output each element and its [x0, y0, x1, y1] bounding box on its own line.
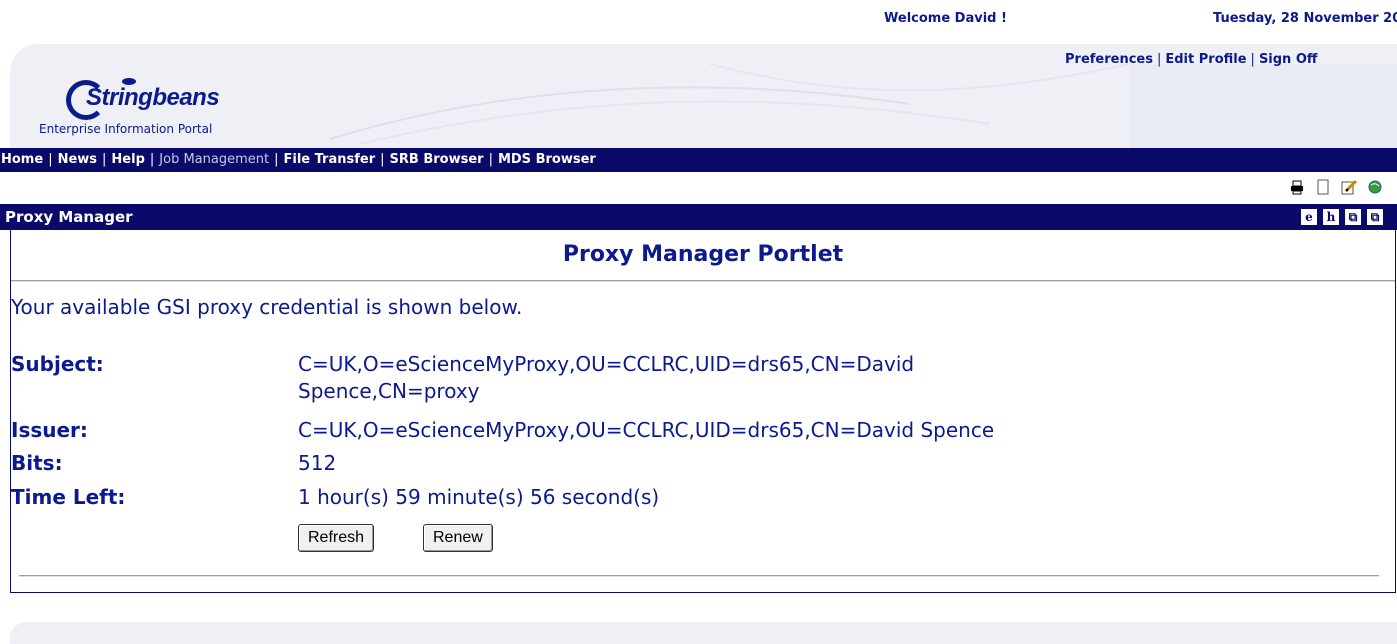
logo-text: Stringbeans: [86, 84, 220, 111]
nav-news[interactable]: News: [58, 152, 97, 167]
separator: |: [149, 152, 155, 167]
separator: |: [102, 152, 107, 167]
nav-job-management[interactable]: Job Management: [159, 152, 269, 167]
user-links: Preferences | Edit Profile | Sign Off: [1065, 52, 1317, 67]
main-nav: Home | News | Help | Job Management | File Trans…: [0, 148, 1397, 172]
nav-help[interactable]: Help: [111, 152, 144, 167]
separator: |: [488, 152, 493, 167]
refresh-button[interactable]: Refresh: [298, 524, 375, 552]
subject-value: C=UK,O=eScienceMyProxy,OU=CCLRC,UID=drs6…: [298, 351, 914, 405]
tagline: Enterprise Information Portal: [39, 122, 213, 136]
edit-mode-icon[interactable]: e: [1301, 209, 1317, 225]
maximize-icon[interactable]: ⧉: [1367, 209, 1383, 225]
time-left-label: Time Left:: [11, 485, 126, 509]
nav-srb-browser[interactable]: SRB Browser: [390, 152, 484, 167]
subject-value-line2: Spence,CN=proxy: [298, 379, 480, 403]
bits-label: Bits:: [11, 451, 63, 475]
subject-label: Subject:: [11, 352, 104, 376]
intro-text: Your available GSI proxy credential is s…: [11, 295, 523, 319]
nav-mds-browser[interactable]: MDS Browser: [498, 152, 596, 167]
separator: |: [274, 152, 279, 167]
bits-value: 512: [298, 451, 337, 475]
stringbeans-logo[interactable]: Stringbeans: [58, 78, 220, 120]
issuer-label: Issuer:: [11, 418, 88, 442]
time-left-value: 1 hour(s) 59 minute(s) 56 second(s): [298, 485, 660, 509]
print-icon[interactable]: [1289, 179, 1305, 195]
preferences-link[interactable]: Preferences: [1065, 52, 1153, 67]
subject-value-line1: C=UK,O=eScienceMyProxy,OU=CCLRC,UID=drs6…: [298, 352, 915, 376]
minimize-icon[interactable]: ⧉: [1345, 209, 1361, 225]
issuer-value: C=UK,O=eScienceMyProxy,OU=CCLRC,UID=drs6…: [298, 418, 995, 442]
portlet-title: Proxy Manager: [5, 208, 133, 226]
help-mode-icon[interactable]: h: [1323, 209, 1339, 225]
separator: |: [380, 152, 385, 167]
separator: |: [48, 152, 53, 167]
separator: |: [1156, 52, 1162, 67]
page-tools: [1289, 177, 1383, 197]
divider: [19, 575, 1379, 577]
sign-off-link[interactable]: Sign Off: [1259, 52, 1318, 67]
nav-file-transfer[interactable]: File Transfer: [283, 152, 375, 167]
portlet-heading: Proxy Manager Portlet: [562, 242, 844, 267]
renew-button[interactable]: Renew: [423, 524, 493, 552]
separator: |: [1250, 52, 1255, 67]
portlet-titlebar: Proxy Manager e h ⧉ ⧉: [0, 204, 1397, 230]
welcome-text: Welcome David !: [884, 11, 1007, 26]
edit-icon[interactable]: [1341, 179, 1358, 195]
divider: [11, 280, 1395, 282]
portlet-body: Proxy Manager Portlet Your available GSI…: [10, 230, 1396, 593]
blank-page-icon[interactable]: [1315, 179, 1331, 195]
top-bar: Welcome David ! Tuesday, 28 November 200…: [0, 0, 1397, 36]
portlet-window-buttons: e h ⧉ ⧉: [1301, 209, 1383, 225]
nav-home[interactable]: Home: [1, 152, 43, 167]
footer-bar: [10, 622, 1397, 644]
edit-profile-link[interactable]: Edit Profile: [1165, 52, 1246, 67]
date-text: Tuesday, 28 November 2006: [1213, 11, 1397, 26]
globe-icon[interactable]: [1367, 179, 1383, 195]
